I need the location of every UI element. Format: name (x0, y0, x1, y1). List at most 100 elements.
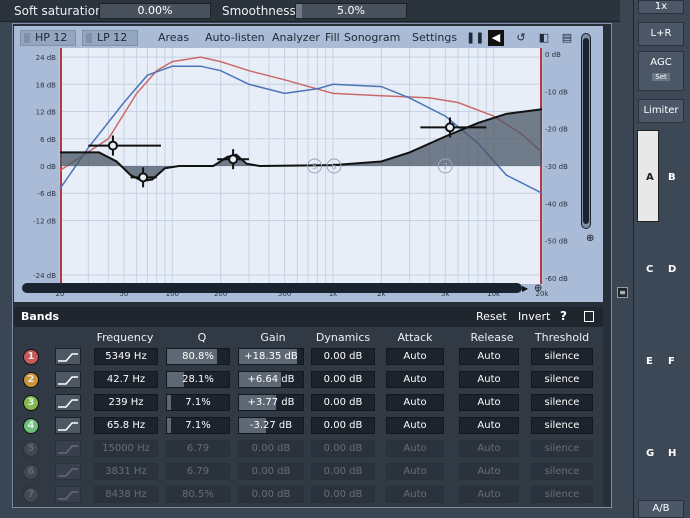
band-shape-icon[interactable] (55, 371, 81, 388)
band-number-badge[interactable]: 3 (23, 395, 39, 411)
right-tick-label: -30 dB (545, 163, 568, 171)
invert-button[interactable]: Invert (518, 310, 550, 323)
dynamics-field[interactable]: 0.00 dB (311, 463, 375, 480)
dynamics-field[interactable]: 0.00 dB (311, 486, 375, 503)
oversampling-button[interactable]: 1x (638, 0, 684, 14)
release-field[interactable]: Auto (459, 417, 519, 434)
band-number-badge[interactable]: 7 (23, 487, 39, 503)
gain-field[interactable]: +3.77 dB (238, 394, 304, 411)
attack-field[interactable]: Auto (386, 371, 444, 388)
threshold-field[interactable]: silence (531, 440, 593, 457)
band-shape-icon[interactable] (55, 486, 81, 503)
dynamics-field[interactable]: 0.00 dB (311, 394, 375, 411)
band-row-2: 2 42.7 Hz 28.1% +6.64 dB 0.00 dB Auto Auto sile… (14, 370, 603, 390)
band-shape-icon[interactable] (55, 417, 81, 434)
left-tick-label: 18 dB (36, 81, 57, 89)
frequency-field[interactable]: 15000 Hz (94, 440, 158, 457)
q-field[interactable]: 28.1% (166, 371, 230, 388)
band-row-4: 4 65.8 Hz 7.1% -3.27 dB 0.00 dB Auto Auto silen… (14, 416, 603, 436)
band-handle-4 (138, 172, 149, 183)
band-number-badge[interactable]: 6 (23, 464, 39, 480)
gain-field[interactable]: +18.35 dB (238, 348, 304, 365)
gain-field[interactable]: -3.27 dB (238, 417, 304, 434)
dynamics-field[interactable]: 0.00 dB (311, 417, 375, 434)
release-field[interactable]: Auto (459, 463, 519, 480)
right-panel: 1x L+R AGC Set Limiter A B C D E F G H A/B (633, 0, 690, 518)
frequency-field[interactable]: 5349 Hz (94, 348, 158, 365)
gain-field[interactable]: 0.00 dB (238, 463, 304, 480)
threshold-field[interactable]: silence (531, 417, 593, 434)
eq-graph-panel: HP 12 LP 12 Areas Auto-listen Analyzer F… (14, 26, 603, 302)
snapshot-slot-c[interactable]: C (646, 264, 653, 275)
threshold-field[interactable]: silence (531, 486, 593, 503)
release-field[interactable]: Auto (459, 394, 519, 411)
band-shape-icon[interactable] (55, 348, 81, 365)
attack-field[interactable]: Auto (386, 463, 444, 480)
gain-field[interactable]: 0.00 dB (238, 486, 304, 503)
gain-field[interactable]: 0.00 dB (238, 440, 304, 457)
dynamics-field[interactable]: 0.00 dB (311, 371, 375, 388)
soft-saturation-field[interactable]: 0.00% (99, 3, 211, 19)
eq-graph-svg[interactable]: 24 dB 18 dB 12 dB 6 dB 0 dB -6 dB -12 dB -24 dB… (14, 26, 603, 302)
snapshot-slot-a[interactable]: A (646, 172, 654, 183)
dynamics-field[interactable]: 0.00 dB (311, 348, 375, 365)
dynamics-field[interactable]: 0.00 dB (311, 440, 375, 457)
q-field[interactable]: 7.1% (166, 417, 230, 434)
snapshot-slot-d[interactable]: D (668, 264, 676, 275)
snapshot-slot-f[interactable]: F (668, 356, 675, 367)
attack-field[interactable]: Auto (386, 394, 444, 411)
threshold-field[interactable]: silence (531, 394, 593, 411)
q-field[interactable]: 6.79 (166, 440, 230, 457)
threshold-field[interactable]: silence (531, 463, 593, 480)
band-number-badge[interactable]: 4 (23, 418, 39, 434)
q-field[interactable]: 6.79 (166, 463, 230, 480)
frequency-field[interactable]: 239 Hz (94, 394, 158, 411)
vertical-scrollbar[interactable] (581, 33, 591, 229)
horizontal-scrollbar[interactable] (22, 283, 522, 293)
release-field[interactable]: Auto (459, 348, 519, 365)
limiter-button[interactable]: Limiter (638, 99, 684, 123)
attack-field[interactable]: Auto (386, 440, 444, 457)
frequency-field[interactable]: 42.7 Hz (94, 371, 158, 388)
attack-field[interactable]: Auto (386, 417, 444, 434)
snapshot-slot-g[interactable]: G (646, 448, 654, 459)
reset-button[interactable]: Reset (476, 310, 507, 323)
band-shape-icon[interactable] (55, 463, 81, 480)
scroll-right-icon: ▶ (522, 284, 529, 293)
snapshot-slot-e[interactable]: E (646, 356, 653, 367)
stereo-mode-button[interactable]: L+R (638, 22, 684, 46)
release-field[interactable]: Auto (459, 486, 519, 503)
agc-button[interactable]: AGC Set (638, 51, 684, 91)
right-tick-label: -50 dB (545, 238, 568, 246)
threshold-field[interactable]: silence (531, 348, 593, 365)
release-field[interactable]: Auto (459, 440, 519, 457)
help-button[interactable]: ? (560, 309, 567, 323)
threshold-field[interactable]: silence (531, 371, 593, 388)
attack-field[interactable]: Auto (386, 348, 444, 365)
gain-field[interactable]: +6.64 dB (238, 371, 304, 388)
collapse-icon[interactable] (584, 311, 594, 322)
release-field[interactable]: Auto (459, 371, 519, 388)
bands-title: Bands (21, 310, 60, 323)
snapshot-slot-b[interactable]: B (668, 172, 676, 183)
frequency-field[interactable]: 65.8 Hz (94, 417, 158, 434)
agc-set-button[interactable]: Set (652, 73, 670, 81)
ab-compare-button[interactable]: A/B (638, 500, 684, 518)
smoothness-field[interactable]: 5.0% (295, 3, 407, 19)
frequency-field[interactable]: 8438 Hz (94, 486, 158, 503)
band-number-badge[interactable]: 5 (23, 441, 39, 457)
attack-field[interactable]: Auto (386, 486, 444, 503)
column-header-dynamics: Dynamics (315, 331, 371, 344)
left-tick-label: 12 dB (36, 109, 57, 117)
band-shape-icon[interactable] (55, 394, 81, 411)
collapse-panel-icon[interactable]: ≡ (617, 287, 628, 298)
snapshot-slot-h[interactable]: H (668, 448, 676, 459)
band-number-badge[interactable]: 1 (23, 349, 39, 365)
faint-band-number: 5 (312, 162, 317, 171)
q-field[interactable]: 7.1% (166, 394, 230, 411)
frequency-field[interactable]: 3831 Hz (94, 463, 158, 480)
band-number-badge[interactable]: 2 (23, 372, 39, 388)
q-field[interactable]: 80.8% (166, 348, 230, 365)
q-field[interactable]: 80.5% (166, 486, 230, 503)
band-shape-icon[interactable] (55, 440, 81, 457)
